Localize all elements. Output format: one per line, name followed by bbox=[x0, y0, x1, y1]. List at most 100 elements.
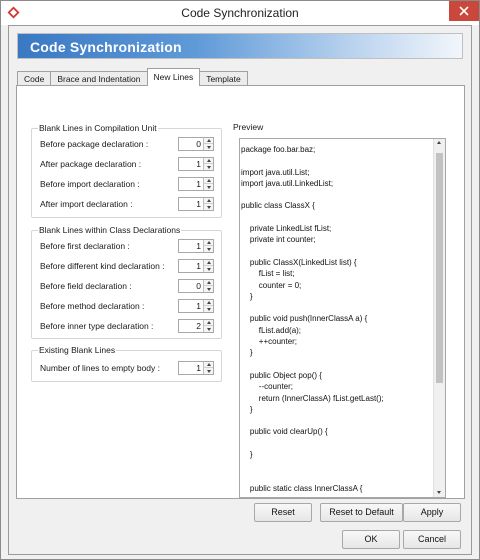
preview-code-box[interactable]: package foo.bar.baz; import java.util.Li… bbox=[239, 138, 446, 498]
banner-title: Code Synchronization bbox=[30, 39, 182, 55]
code-sync-window: Code Synchronization Code Synchronizatio… bbox=[0, 0, 480, 560]
setting-row: Before field declaration : 0 bbox=[40, 279, 214, 293]
setting-row: Before different kind declaration : 1 bbox=[40, 259, 214, 273]
setting-label: Before first declaration : bbox=[40, 241, 130, 251]
preview-scrollbar[interactable] bbox=[433, 139, 445, 497]
spin-down-button[interactable] bbox=[204, 184, 213, 190]
existing-blank-lines-title: Existing Blank Lines bbox=[38, 345, 117, 355]
preview-code-text: package foo.bar.baz; import java.util.Li… bbox=[241, 145, 384, 493]
existing-blank-lines-group: Existing Blank Lines Number of lines to … bbox=[31, 345, 222, 382]
spin-down-button[interactable] bbox=[204, 246, 213, 252]
spinner-buttons bbox=[203, 320, 213, 332]
spin-down-button[interactable] bbox=[204, 306, 213, 312]
spin-down-button[interactable] bbox=[204, 326, 213, 332]
scroll-up-icon[interactable] bbox=[437, 141, 441, 144]
cancel-button[interactable]: Cancel bbox=[403, 530, 461, 549]
spinner-value: 0 bbox=[196, 281, 201, 291]
header-banner: Code Synchronization bbox=[17, 33, 463, 59]
new-lines-panel: Blank Lines in Compilation Unit Before p… bbox=[16, 85, 465, 499]
reset-button[interactable]: Reset bbox=[254, 503, 312, 522]
scroll-down-icon[interactable] bbox=[437, 491, 441, 494]
setting-label: Before field declaration : bbox=[40, 281, 132, 291]
tab-strip: Code Brace and Indentation New Lines Tem… bbox=[17, 68, 248, 86]
class-declarations-group: Blank Lines within Class Declarations Be… bbox=[31, 225, 222, 339]
spinner-value: 1 bbox=[196, 363, 201, 373]
setting-label: Before import declaration : bbox=[40, 179, 140, 189]
class-declarations-title: Blank Lines within Class Declarations bbox=[38, 225, 182, 235]
spinner-buttons bbox=[203, 178, 213, 190]
preview-title: Preview bbox=[232, 122, 265, 132]
spin-down-button[interactable] bbox=[204, 164, 213, 170]
spin-down-button[interactable] bbox=[204, 266, 213, 272]
arrow-up-icon bbox=[206, 301, 211, 304]
tab-new-lines[interactable]: New Lines bbox=[146, 68, 201, 86]
before-different-kind-spinner[interactable]: 1 bbox=[178, 259, 214, 273]
arrow-up-icon bbox=[206, 179, 211, 182]
arrow-up-icon bbox=[206, 281, 211, 284]
before-package-spinner[interactable]: 0 bbox=[178, 137, 214, 151]
spinner-buttons bbox=[203, 198, 213, 210]
arrow-down-icon bbox=[206, 165, 211, 169]
arrow-down-icon bbox=[206, 287, 211, 291]
spin-down-button[interactable] bbox=[204, 368, 213, 374]
setting-label: Before different kind declaration : bbox=[40, 261, 165, 271]
close-icon bbox=[459, 6, 469, 16]
spin-down-button[interactable] bbox=[204, 286, 213, 292]
tab-code[interactable]: Code bbox=[17, 71, 52, 86]
tab-brace-and-indentation[interactable]: Brace and Indentation bbox=[50, 71, 148, 86]
setting-row: Before import declaration : 1 bbox=[40, 177, 214, 191]
arrow-down-icon bbox=[206, 267, 211, 271]
arrow-up-icon bbox=[206, 241, 211, 244]
empty-body-lines-spinner[interactable]: 1 bbox=[178, 361, 214, 375]
spinner-value: 1 bbox=[196, 301, 201, 311]
setting-label: Before package declaration : bbox=[40, 139, 149, 149]
title-bar[interactable]: Code Synchronization bbox=[1, 1, 479, 25]
arrow-down-icon bbox=[206, 327, 211, 331]
spinner-buttons bbox=[203, 240, 213, 252]
spinner-buttons bbox=[203, 260, 213, 272]
setting-label: Before method declaration : bbox=[40, 301, 145, 311]
arrow-down-icon bbox=[206, 145, 211, 149]
dialog-content: Code Synchronization Code Brace and Inde… bbox=[8, 25, 472, 555]
apply-button[interactable]: Apply bbox=[403, 503, 461, 522]
before-field-spinner[interactable]: 0 bbox=[178, 279, 214, 293]
spinner-value: 1 bbox=[196, 241, 201, 251]
before-first-declaration-spinner[interactable]: 1 bbox=[178, 239, 214, 253]
arrow-down-icon bbox=[206, 369, 211, 373]
before-method-spinner[interactable]: 1 bbox=[178, 299, 214, 313]
scrollbar-thumb[interactable] bbox=[436, 153, 443, 383]
setting-row: Before package declaration : 0 bbox=[40, 137, 214, 151]
arrow-up-icon bbox=[206, 261, 211, 264]
spinner-value: 1 bbox=[196, 179, 201, 189]
tab-template[interactable]: Template bbox=[199, 71, 248, 86]
arrow-down-icon bbox=[206, 247, 211, 251]
spinner-value: 0 bbox=[196, 139, 201, 149]
arrow-up-icon bbox=[206, 363, 211, 366]
compilation-unit-title: Blank Lines in Compilation Unit bbox=[38, 123, 158, 133]
spin-down-button[interactable] bbox=[204, 204, 213, 210]
before-import-spinner[interactable]: 1 bbox=[178, 177, 214, 191]
spinner-buttons bbox=[203, 158, 213, 170]
spinner-value: 2 bbox=[196, 321, 201, 331]
setting-label: After package declaration : bbox=[40, 159, 142, 169]
spin-down-button[interactable] bbox=[204, 144, 213, 150]
arrow-down-icon bbox=[206, 185, 211, 189]
spinner-value: 1 bbox=[196, 199, 201, 209]
spinner-buttons bbox=[203, 280, 213, 292]
setting-row: After import declaration : 1 bbox=[40, 197, 214, 211]
spinner-buttons bbox=[203, 362, 213, 374]
arrow-up-icon bbox=[206, 321, 211, 324]
window-title: Code Synchronization bbox=[181, 6, 299, 20]
close-button[interactable] bbox=[449, 1, 479, 21]
arrow-down-icon bbox=[206, 307, 211, 311]
spinner-buttons bbox=[203, 138, 213, 150]
after-import-spinner[interactable]: 1 bbox=[178, 197, 214, 211]
ok-button[interactable]: OK bbox=[342, 530, 400, 549]
spinner-value: 1 bbox=[196, 261, 201, 271]
setting-label: Number of lines to empty body : bbox=[40, 363, 161, 373]
before-inner-type-spinner[interactable]: 2 bbox=[178, 319, 214, 333]
reset-to-default-button[interactable]: Reset to Default bbox=[320, 503, 403, 522]
after-package-spinner[interactable]: 1 bbox=[178, 157, 214, 171]
arrow-up-icon bbox=[206, 139, 211, 142]
setting-label: After import declaration : bbox=[40, 199, 133, 209]
